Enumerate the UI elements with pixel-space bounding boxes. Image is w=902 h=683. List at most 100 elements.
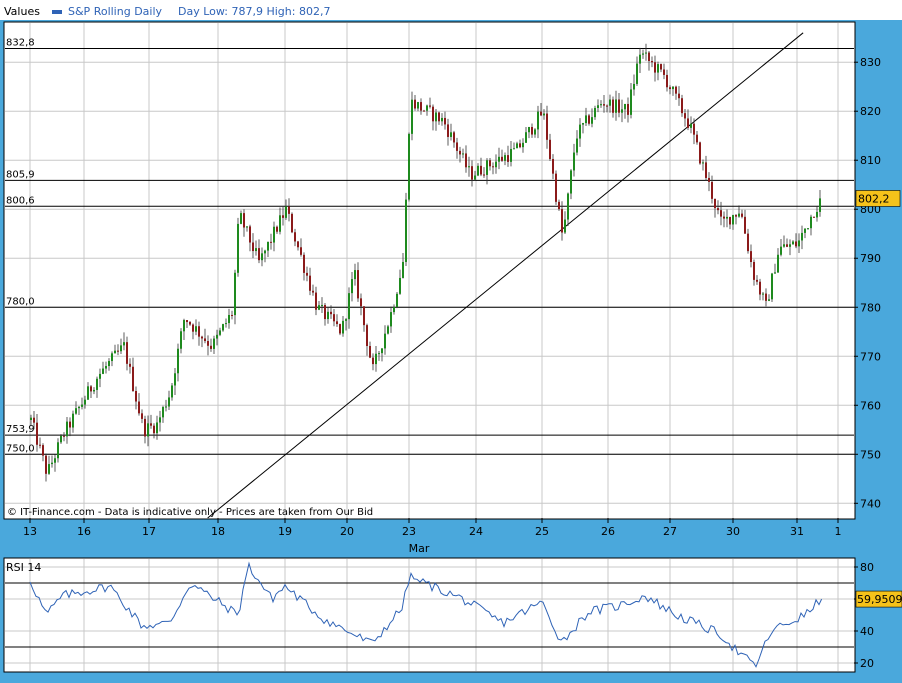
candle-body <box>258 248 260 261</box>
candle-body <box>237 223 239 273</box>
candle-body <box>612 99 614 113</box>
candle-body <box>687 118 689 128</box>
candle-body <box>573 152 575 171</box>
candle-body <box>777 254 779 273</box>
candle-body <box>624 103 626 110</box>
candle-body <box>582 123 584 125</box>
candle-body <box>378 353 380 355</box>
candle-body <box>681 98 683 114</box>
candle-body <box>219 330 221 335</box>
candle-body <box>171 385 173 398</box>
candle-body <box>762 293 764 295</box>
candle-body <box>741 213 743 217</box>
candle-body <box>309 275 311 291</box>
candle-body <box>513 148 515 150</box>
candle-body <box>795 241 797 247</box>
candle-body <box>231 314 233 316</box>
candle-body <box>756 279 758 282</box>
candle-body <box>771 273 773 300</box>
candle-body <box>363 306 365 326</box>
candle-body <box>84 399 86 405</box>
candle-body <box>561 209 563 233</box>
price-panel <box>3 21 856 520</box>
candle-body <box>369 346 371 358</box>
candle-body <box>801 232 803 241</box>
y-tick-label: 810 <box>860 154 881 167</box>
candle-body <box>270 241 272 243</box>
candle-body <box>693 123 695 135</box>
x-month-label: Mar <box>409 542 430 555</box>
candle-body <box>654 62 656 73</box>
y-tick-label: 820 <box>860 105 881 118</box>
candle-body <box>435 112 437 122</box>
candle-body <box>792 241 794 245</box>
candle-body <box>234 272 236 316</box>
x-tick-label: 13 <box>23 525 37 538</box>
stock-chart: Values S&P Rolling Daily Day Low: 787,9 … <box>0 0 902 678</box>
candle-body <box>216 334 218 339</box>
candle-body <box>405 199 407 262</box>
candle-body <box>342 320 344 334</box>
candle-body <box>246 226 248 228</box>
candle-body <box>729 216 731 225</box>
candle-body <box>336 321 338 325</box>
candle-body <box>255 248 257 252</box>
candle-body <box>804 228 806 233</box>
candle-body <box>402 261 404 278</box>
candle-body <box>297 241 299 248</box>
candle-body <box>675 86 677 94</box>
x-tick-label: 19 <box>278 525 292 538</box>
candle-body <box>705 162 707 178</box>
candle-body <box>450 132 452 137</box>
candle-body <box>594 107 596 118</box>
candle-body <box>576 138 578 153</box>
x-tick-label: 31 <box>790 525 804 538</box>
candle-body <box>711 181 713 199</box>
candle-body <box>153 425 155 434</box>
candle-body <box>45 455 47 474</box>
rsi-y-ticks: 20406080 <box>854 561 874 670</box>
candle-body <box>759 281 761 295</box>
candle-body <box>816 211 818 218</box>
candle-body <box>498 156 500 162</box>
candle-body <box>570 170 572 194</box>
candle-body <box>432 106 434 122</box>
candle-body <box>522 142 524 148</box>
candle-body <box>543 113 545 116</box>
candle-body <box>321 304 323 306</box>
candle-body <box>150 423 152 426</box>
candle-body <box>555 173 557 202</box>
candle-body <box>639 54 641 64</box>
candle-body <box>375 353 377 365</box>
candle-body <box>267 241 269 251</box>
candle-body <box>738 213 740 217</box>
candle-body <box>294 232 296 242</box>
candle-body <box>579 124 581 139</box>
candle-body <box>465 153 467 168</box>
candle-body <box>504 155 506 161</box>
candle-body <box>324 304 326 320</box>
candle-body <box>222 324 224 331</box>
candle-body <box>75 408 77 414</box>
rsi-label: RSI 14 <box>6 561 41 574</box>
candle-body <box>447 124 449 137</box>
candle-body <box>462 153 464 155</box>
candle-body <box>783 244 785 247</box>
x-tick-label: 23 <box>402 525 416 538</box>
rsi-tick-label: 20 <box>860 657 874 670</box>
chart-canvas: Values S&P Rolling Daily Day Low: 787,9 … <box>0 0 902 673</box>
candle-body <box>744 216 746 234</box>
candle-body <box>357 270 359 299</box>
rsi-value-text: 59,9509 <box>857 593 902 606</box>
series-legend-swatch <box>52 10 62 14</box>
candle-body <box>42 445 44 456</box>
candle-body <box>288 206 290 214</box>
x-tick-label: 16 <box>77 525 91 538</box>
candle-body <box>156 422 158 434</box>
candle-body <box>753 261 755 280</box>
candle-body <box>663 69 665 75</box>
candle-body <box>102 368 104 374</box>
candle-body <box>486 160 488 175</box>
y-tick-label: 770 <box>860 350 881 363</box>
y-tick-label: 830 <box>860 56 881 69</box>
